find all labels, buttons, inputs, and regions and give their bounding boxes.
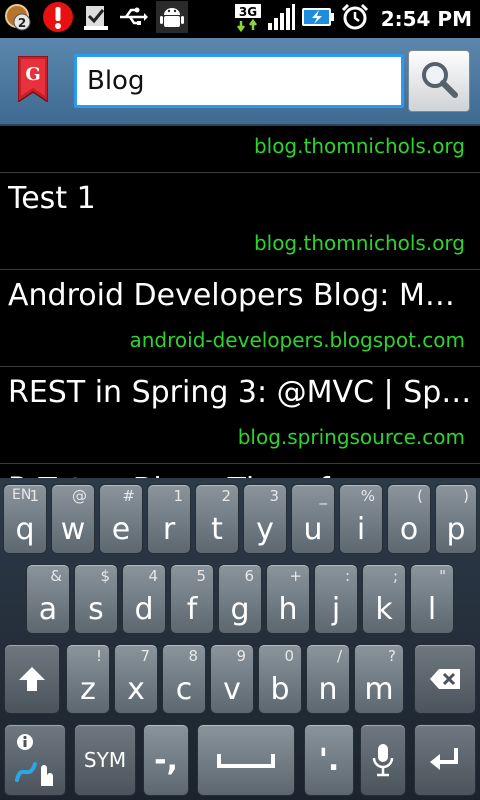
alert-icon — [42, 1, 74, 37]
status-bar: 2 3G 2:54 PM — [0, 0, 480, 38]
key-q[interactable]: EN 1 q — [3, 484, 47, 554]
microphone-icon — [361, 725, 405, 795]
comma-key[interactable]: -, — [143, 724, 189, 796]
key-w[interactable]: @ w — [51, 484, 95, 554]
enter-key[interactable] — [414, 724, 476, 796]
result-url: blog.thomnichols.org — [253, 231, 465, 255]
key-p[interactable]: ) p — [435, 484, 477, 554]
list-item[interactable]: blog.thomnichols.org — [0, 126, 480, 173]
svg-text:2: 2 — [18, 16, 26, 30]
voice-input-key[interactable] — [360, 724, 406, 796]
battery-charging-icon — [301, 6, 335, 32]
result-title: Android Developers Blog: Mul… — [8, 278, 473, 313]
enter-arrow-icon — [415, 725, 475, 795]
key-m[interactable]: ? m — [354, 644, 404, 714]
key-r[interactable]: 1 r — [147, 484, 191, 554]
usb-icon — [118, 5, 148, 33]
space-key[interactable] — [197, 724, 295, 796]
key-c[interactable]: 8 c — [162, 644, 206, 714]
network-3g-icon: 3G — [234, 2, 261, 36]
magnifier-icon — [419, 59, 459, 103]
results-list: blog.thomnichols.org Test 1 blog.thomnic… — [0, 126, 480, 481]
backspace-key[interactable] — [414, 644, 476, 714]
key-a[interactable]: & a — [26, 564, 70, 634]
result-url: blog.thomnichols.org — [253, 134, 465, 158]
svg-text:G: G — [25, 64, 40, 85]
period-key[interactable]: '. — [304, 724, 354, 796]
key-l[interactable]: " l — [410, 564, 454, 634]
signal-icon — [267, 3, 295, 35]
bookmark-icon: G — [17, 55, 49, 104]
key-t[interactable]: 2 t — [195, 484, 239, 554]
list-item[interactable]: REST in Spring 3: @MVC | Spr… blog.sprin… — [0, 367, 480, 464]
list-item[interactable]: Android Developers Blog: Mul… android-de… — [0, 270, 480, 367]
clock: 2:54 PM — [380, 7, 472, 31]
key-v[interactable]: 9 v — [210, 644, 254, 714]
search-button[interactable] — [408, 50, 470, 112]
result-title: Test 1 — [8, 181, 96, 216]
key-e[interactable]: # e — [99, 484, 143, 554]
key-u[interactable]: _ u — [291, 484, 335, 554]
swype-info-icon — [5, 725, 65, 795]
soft-keyboard: EN 1 q @ w # e 1 r 2 t 3 y _ u % i ( o )… — [0, 478, 480, 800]
search-header: G — [0, 38, 480, 126]
result-url: blog.springsource.com — [237, 425, 465, 449]
key-o[interactable]: ( o — [387, 484, 431, 554]
svg-text:3G: 3G — [239, 5, 257, 19]
key-y[interactable]: 3 y — [243, 484, 287, 554]
download-complete-icon — [82, 2, 110, 36]
key-n[interactable]: / n — [306, 644, 350, 714]
result-url: android-developers.blogspot.com — [129, 328, 466, 352]
key-b[interactable]: 0 b — [258, 644, 302, 714]
badge-icon: 2 — [4, 2, 34, 36]
input-method-key[interactable] — [4, 724, 66, 796]
key-k[interactable]: ; k — [362, 564, 406, 634]
key-i[interactable]: % i — [339, 484, 383, 554]
key-h[interactable]: + h — [266, 564, 310, 634]
key-g[interactable]: 6 g — [218, 564, 262, 634]
result-title: REST in Spring 3: @MVC | Spr… — [8, 375, 473, 410]
space-icon — [198, 725, 294, 795]
key-d[interactable]: 4 d — [122, 564, 166, 634]
key-f[interactable]: 5 f — [170, 564, 214, 634]
shift-key[interactable] — [4, 644, 60, 714]
android-debug-icon — [156, 1, 188, 37]
shift-arrow-icon — [5, 645, 59, 713]
backspace-icon — [415, 645, 475, 713]
sym-key[interactable]: SYM — [74, 724, 136, 796]
key-z[interactable]: ! z — [66, 644, 110, 714]
list-item[interactable]: Test 1 blog.thomnichols.org — [0, 173, 480, 270]
search-input[interactable] — [74, 54, 404, 108]
key-s[interactable]: $ s — [74, 564, 118, 634]
key-j[interactable]: : j — [314, 564, 358, 634]
alarm-icon — [341, 3, 369, 35]
key-x[interactable]: 7 x — [114, 644, 158, 714]
